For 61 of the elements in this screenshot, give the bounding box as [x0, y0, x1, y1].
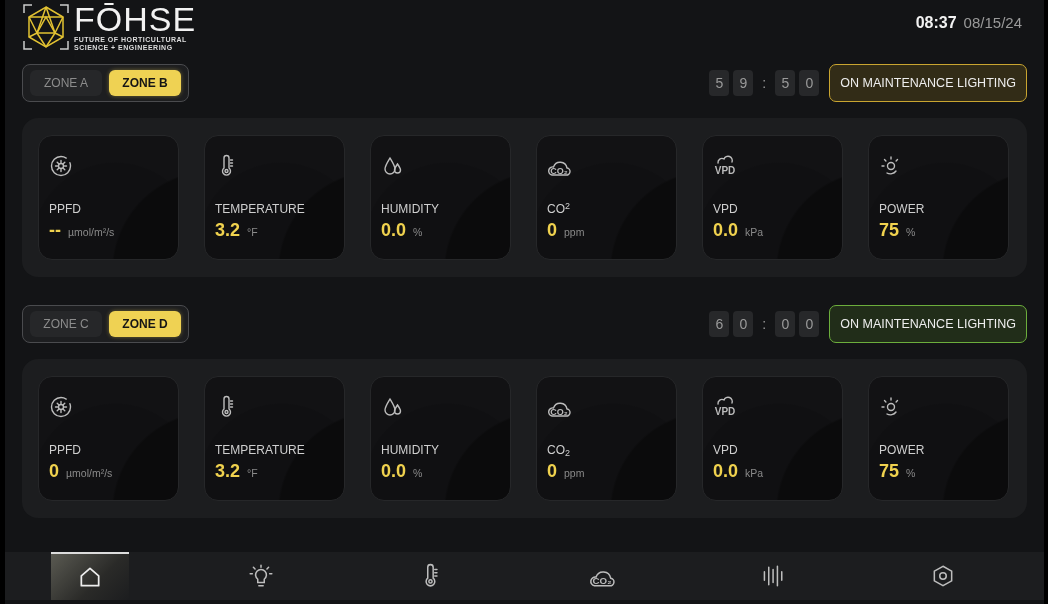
- metric-label: PPFD: [49, 443, 82, 457]
- metric-value: 0.0: [713, 461, 739, 481]
- sun-dial-icon: [49, 154, 73, 178]
- zone-tab[interactable]: ZONE C: [30, 311, 102, 337]
- nav-tab[interactable]: CO₂: [562, 552, 641, 600]
- metric-label: PPFD: [49, 202, 82, 216]
- nav-tab[interactable]: [51, 552, 130, 600]
- metric-value: 75: [879, 220, 900, 240]
- metric-value: 75: [879, 461, 900, 481]
- metric-unit: ppm: [564, 225, 585, 240]
- metric-value: 3.2: [215, 220, 241, 240]
- metric-label: TEMPERATURE: [215, 443, 306, 457]
- metric-label: HUMIDITY: [381, 443, 440, 457]
- timer-digit: 9: [733, 70, 754, 96]
- metric-unit: %: [906, 225, 916, 240]
- maintenance-lighting-button[interactable]: ON MAINTENANCE LIGHTING: [829, 64, 1027, 102]
- metric-unit: µmol/m²/s: [66, 466, 113, 481]
- metric-value: --: [49, 220, 61, 240]
- zone-tab[interactable]: ZONE A: [30, 70, 102, 96]
- timer-digit: 0: [799, 70, 820, 96]
- zone-tab[interactable]: ZONE D: [109, 311, 181, 337]
- timer-digit: 5: [775, 70, 796, 96]
- metric-unit: kPa: [745, 466, 764, 481]
- metric-value: 0: [49, 461, 59, 481]
- metric-unit: %: [906, 466, 916, 481]
- metric-label: POWER: [879, 443, 926, 457]
- metric-label: CO$_{2}$: [547, 443, 571, 457]
- metric-unit: kPa: [745, 225, 764, 240]
- metric-unit: °F: [247, 466, 258, 481]
- logo-icon: [22, 3, 70, 51]
- metric-value: 0.0: [713, 220, 739, 240]
- lightbulb-icon: [247, 563, 274, 589]
- metric-value: 0.0: [381, 220, 407, 240]
- metric-label: VPD: [713, 443, 739, 457]
- metric-label: HUMIDITY: [381, 202, 440, 216]
- timer-separator: :: [761, 314, 768, 334]
- metric-unit: °F: [247, 225, 258, 240]
- metric-value: 0: [547, 461, 557, 481]
- metric-label: TEMPERATURE: [215, 202, 306, 216]
- timer-digit: 6: [709, 311, 730, 337]
- metric-label: POWER: [879, 202, 926, 216]
- timer-separator: :: [761, 73, 768, 93]
- clock-date: 08/15/24: [963, 13, 1022, 33]
- timer-digit: 5: [709, 70, 730, 96]
- metric-unit: %: [413, 225, 423, 240]
- clock-time: 08:37: [915, 13, 957, 33]
- maintenance-lighting-button[interactable]: ON MAINTENANCE LIGHTING: [829, 305, 1027, 343]
- zone-tab[interactable]: ZONE B: [109, 70, 181, 96]
- metric-unit: %: [413, 466, 423, 481]
- metric-label: VPD: [713, 202, 739, 216]
- timer-digit: 0: [775, 311, 796, 337]
- sun-dial-icon: [49, 395, 73, 419]
- metric-value: 3.2: [215, 461, 241, 481]
- timer-digit: 0: [733, 311, 754, 337]
- metric-value: 0: [547, 220, 557, 240]
- logo-text: FŌHSE: [74, 2, 197, 36]
- metric-label: CO$^{2}$: [547, 202, 571, 216]
- timer-digit: 0: [799, 311, 820, 337]
- metric-unit: µmol/m²/s: [68, 225, 115, 240]
- metric-value: 0.0: [381, 461, 407, 481]
- metric-unit: ppm: [564, 466, 585, 481]
